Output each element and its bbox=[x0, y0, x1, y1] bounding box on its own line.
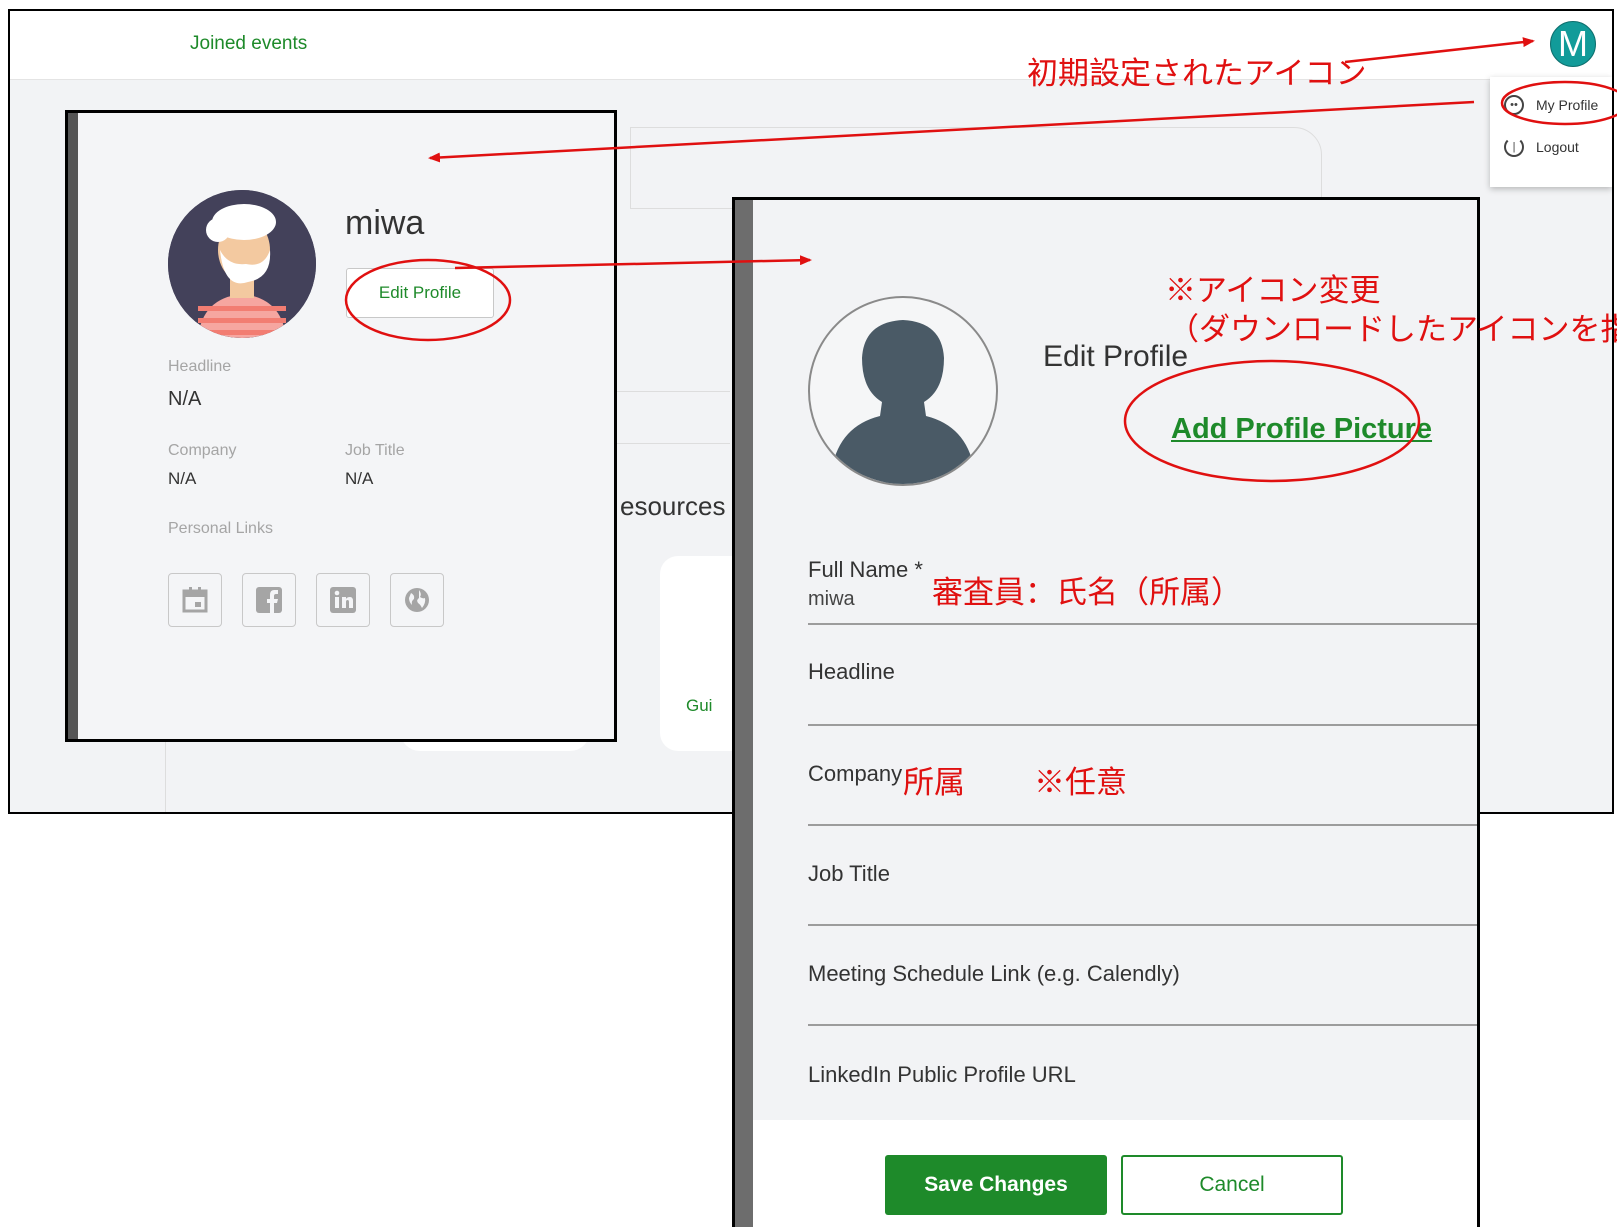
job-title-underline bbox=[808, 924, 1477, 926]
company-value: N/A bbox=[168, 469, 197, 488]
full-name-input[interactable]: miwa bbox=[808, 588, 855, 611]
user-menu-dropdown: •• My Profile | Logout bbox=[1490, 77, 1612, 187]
cancel-button[interactable]: Cancel bbox=[1121, 1155, 1343, 1215]
menu-item-label: My Profile bbox=[1536, 97, 1599, 113]
headline-value: N/A bbox=[168, 388, 202, 410]
company-underline bbox=[808, 824, 1477, 826]
edit-profile-popup: Edit Profile Add Profile Picture Full Na… bbox=[732, 197, 1480, 1227]
save-changes-button[interactable]: Save Changes bbox=[885, 1155, 1107, 1215]
divider bbox=[610, 391, 730, 392]
annotation-reviewer-name: 審査員：氏名（所属） bbox=[932, 575, 1242, 610]
meeting-link-input[interactable] bbox=[808, 992, 1477, 1024]
annotation-initial-icon: 初期設定されたアイコン bbox=[1027, 56, 1367, 91]
headline-label: Headline bbox=[168, 358, 232, 375]
add-profile-picture-link[interactable]: Add Profile Picture bbox=[1171, 413, 1432, 446]
linkedin-icon bbox=[330, 587, 356, 613]
linkedin-url-field-label: LinkedIn Public Profile URL bbox=[808, 1062, 1076, 1087]
headline-input[interactable] bbox=[808, 690, 1477, 724]
background-link-fragment: Gui bbox=[686, 696, 713, 715]
default-avatar[interactable] bbox=[808, 296, 998, 486]
edit-profile-form: Edit Profile Add Profile Picture Full Na… bbox=[753, 200, 1477, 1227]
menu-item-label: Logout bbox=[1536, 139, 1579, 155]
job-title-label: Job Title bbox=[345, 442, 405, 459]
top-navigation-bar: Joined events M bbox=[10, 11, 1612, 80]
face-icon: •• bbox=[1504, 95, 1524, 115]
menu-item-logout[interactable]: | Logout bbox=[1504, 137, 1579, 157]
website-link-button[interactable] bbox=[390, 573, 444, 627]
menu-item-my-profile[interactable]: •• My Profile bbox=[1504, 95, 1598, 115]
background-card bbox=[660, 556, 740, 751]
job-title-field-label: Job Title bbox=[808, 861, 890, 886]
globe-icon bbox=[405, 588, 429, 612]
calendar-icon bbox=[182, 587, 208, 613]
edit-profile-title: Edit Profile bbox=[1043, 340, 1189, 373]
linkedin-link-button[interactable] bbox=[316, 573, 370, 627]
company-field-label: Company bbox=[808, 761, 903, 786]
headline-field-label: Headline bbox=[808, 659, 895, 684]
headline-underline bbox=[808, 724, 1477, 726]
nav-joined-events-link[interactable]: Joined events bbox=[190, 33, 307, 55]
profile-name: miwa bbox=[345, 204, 425, 242]
job-title-value: N/A bbox=[345, 469, 374, 488]
full-name-underline bbox=[808, 623, 1477, 625]
company-label: Company bbox=[168, 442, 237, 459]
profile-card-popup: miwa Edit Profile Headline N/A Company N… bbox=[65, 110, 617, 742]
annotation-icon-download: （ダウンロードしたアイコンを指定） bbox=[1168, 312, 1617, 347]
job-title-input[interactable] bbox=[808, 892, 1477, 924]
personal-links-label: Personal Links bbox=[168, 520, 273, 537]
facebook-link-button[interactable] bbox=[242, 573, 296, 627]
form-footer: Save Changes Cancel bbox=[753, 1120, 1477, 1227]
meeting-link-field-label: Meeting Schedule Link (e.g. Calendly) bbox=[808, 961, 1180, 986]
full-name-label: Full Name * bbox=[808, 557, 923, 582]
linkedin-url-input[interactable] bbox=[808, 1092, 1477, 1120]
profile-avatar-illustration bbox=[168, 190, 316, 338]
power-icon: | bbox=[1504, 137, 1524, 157]
person-silhouette-icon bbox=[832, 320, 974, 484]
popup-shadow-edge bbox=[68, 113, 78, 739]
calendar-link-button[interactable] bbox=[168, 573, 222, 627]
edit-profile-button[interactable]: Edit Profile bbox=[346, 268, 494, 318]
meeting-link-underline bbox=[808, 1024, 1477, 1026]
divider bbox=[610, 443, 730, 444]
annotation-affiliation: 所属 bbox=[903, 765, 965, 800]
user-avatar-button[interactable]: M bbox=[1550, 21, 1596, 67]
bearded-man-icon bbox=[168, 190, 316, 338]
annotation-optional: ※任意 bbox=[1034, 765, 1127, 800]
popup-shadow-edge bbox=[735, 200, 753, 1227]
background-text-fragment: esources y bbox=[620, 491, 746, 521]
facebook-icon bbox=[256, 587, 282, 613]
